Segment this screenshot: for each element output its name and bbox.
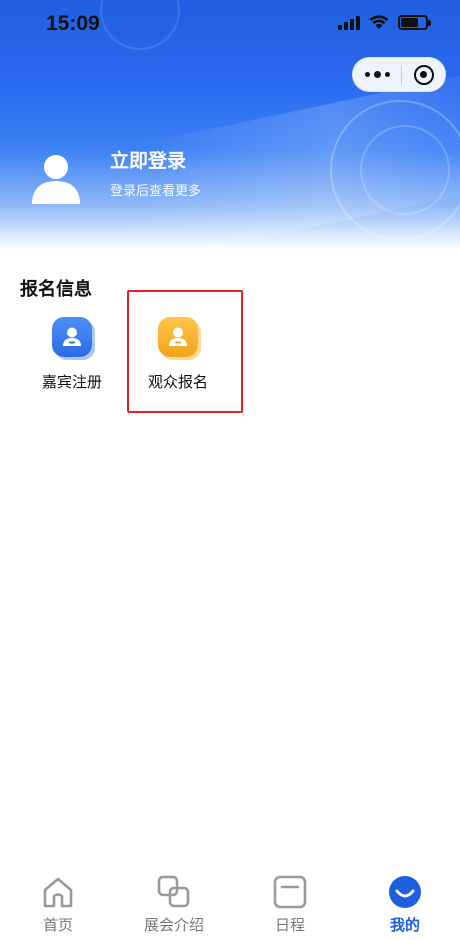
- profile-header: [0, 0, 460, 250]
- tab-home[interactable]: 首页: [8, 872, 108, 935]
- smile-icon: [389, 876, 421, 908]
- login-hint: 登录后查看更多: [110, 184, 202, 199]
- section-title: 报名信息: [20, 279, 92, 300]
- guest-user-icon: [52, 317, 92, 357]
- status-time: 15:09: [46, 12, 100, 35]
- battery-icon: [398, 14, 431, 30]
- tab-expo-intro-label: 展会介绍: [143, 916, 204, 934]
- overlap-squares-icon: [157, 875, 190, 908]
- tab-home-label: 首页: [42, 916, 73, 934]
- guest-registration-button[interactable]: 嘉宾注册: [27, 317, 117, 392]
- tab-mine-label: 我的: [389, 916, 420, 934]
- header-decoration: [100, 0, 180, 50]
- home-icon: [43, 877, 73, 908]
- avatar[interactable]: [28, 150, 84, 206]
- tab-expo-intro[interactable]: 展会介绍: [124, 872, 224, 935]
- calendar-icon: [273, 875, 307, 909]
- miniprogram-capsule: [352, 57, 446, 92]
- highlight-box: [127, 290, 243, 413]
- tab-schedule-label: 日程: [274, 916, 305, 934]
- wifi-icon: [369, 15, 389, 29]
- login-link[interactable]: 立即登录: [110, 146, 186, 173]
- guest-registration-label: 嘉宾注册: [41, 373, 102, 391]
- tab-mine[interactable]: 我的: [355, 872, 455, 935]
- bottom-tab-bar: 首页 展会介绍 日程 我的: [0, 872, 460, 940]
- close-miniprogram-icon[interactable]: [402, 64, 445, 85]
- status-icons: [338, 14, 431, 30]
- signal-icon: [338, 14, 360, 30]
- tab-schedule[interactable]: 日程: [240, 872, 340, 935]
- more-options-icon[interactable]: [353, 71, 401, 78]
